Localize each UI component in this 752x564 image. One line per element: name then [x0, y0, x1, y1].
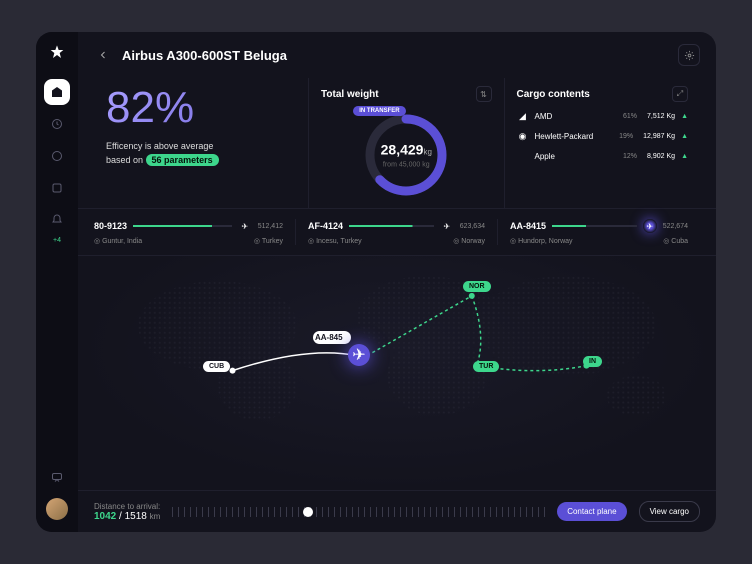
- contact-plane-button[interactable]: Contact plane: [557, 502, 626, 521]
- settings-button[interactable]: [678, 44, 700, 66]
- parameters-pill: 56 parameters: [146, 154, 219, 166]
- flight-progress: [349, 225, 434, 227]
- transfer-status-pill: IN TRANSFER: [353, 106, 405, 116]
- cargo-title: Cargo contents: [517, 89, 590, 100]
- trend-up-icon: ▲: [681, 133, 688, 140]
- slider-knob[interactable]: [303, 507, 313, 517]
- flight-progress: [552, 225, 637, 227]
- map[interactable]: CUB NOR TUR IN AA-845 ✈: [78, 256, 716, 490]
- nav-chat-icon[interactable]: [44, 464, 70, 490]
- flight-item[interactable]: AF-4124 ✈ 623,634 ◎ Incesu, Turkey ◎ Nor…: [296, 219, 498, 245]
- weight-panel: Total weight ⇅ 28,429kg from 45,000 kg: [309, 78, 504, 208]
- back-button[interactable]: [94, 46, 112, 64]
- map-flight-badge[interactable]: AA-845: [313, 331, 351, 344]
- map-pin-nor[interactable]: NOR: [463, 281, 491, 292]
- notification-count: +4: [53, 237, 61, 244]
- map-pin-cub[interactable]: CUB: [203, 361, 230, 372]
- avatar[interactable]: [46, 498, 68, 520]
- efficiency-percent: 82%: [106, 86, 296, 130]
- flight-item[interactable]: AA-8415 ✈ 522,674 ◎ Hundorp, Norway ◎ Cu…: [498, 219, 700, 245]
- trend-up-icon: ▲: [681, 153, 688, 160]
- weight-donut-chart: 28,429kg from 45,000 kg IN TRANSFER: [361, 110, 451, 200]
- plane-icon: ✈: [643, 219, 657, 233]
- world-map-dots: [78, 256, 716, 425]
- weight-value: 28,429: [381, 142, 424, 158]
- cargo-row[interactable]: ◢ AMD 61% 7,512 Kg ▲: [517, 110, 688, 122]
- map-pin-in[interactable]: IN: [583, 356, 602, 367]
- nav-box-icon[interactable]: [44, 175, 70, 201]
- cargo-panel: Cargo contents ⤢ ◢ AMD 61% 7,512 Kg ▲ ◉ …: [505, 78, 700, 208]
- plane-icon: ✈: [238, 219, 252, 233]
- nav-bell-icon[interactable]: [44, 207, 70, 233]
- plane-icon: ✈: [440, 219, 454, 233]
- nav-clock-icon[interactable]: [44, 143, 70, 169]
- flight-item[interactable]: 80-9123 ✈ 512,412 ◎ Guntur, India ◎ Turk…: [94, 219, 296, 245]
- efficiency-panel: 82% Efficency is above average based on …: [94, 78, 309, 208]
- apple-icon: [517, 150, 529, 162]
- weight-options-icon[interactable]: ⇅: [476, 86, 492, 102]
- nav-compass-icon[interactable]: [44, 111, 70, 137]
- efficiency-text: Efficency is above average based on 56 p…: [106, 140, 296, 167]
- distance-info: Distance to arrival: 1042 / 1518 km: [94, 502, 160, 522]
- trend-up-icon: ▲: [681, 113, 688, 120]
- map-pin-tur[interactable]: TUR: [473, 361, 499, 372]
- weight-title: Total weight: [321, 89, 379, 100]
- hp-icon: ◉: [517, 130, 529, 142]
- logo-star-icon: [49, 44, 65, 65]
- cargo-row[interactable]: Apple 12% 8,902 Kg ▲: [517, 150, 688, 162]
- nav-home-icon[interactable]: [44, 79, 70, 105]
- view-cargo-button[interactable]: View cargo: [639, 501, 700, 522]
- distance-slider[interactable]: [172, 504, 545, 520]
- cargo-expand-icon[interactable]: ⤢: [672, 86, 688, 102]
- weight-subtitle: from 45,000 kg: [381, 162, 432, 169]
- map-plane-icon[interactable]: ✈: [348, 344, 370, 366]
- amd-icon: ◢: [517, 110, 529, 122]
- cargo-row[interactable]: ◉ Hewlett-Packard 19% 12,987 Kg ▲: [517, 130, 688, 142]
- flight-progress: [133, 225, 232, 227]
- page-title: Airbus A300-600ST Beluga: [122, 48, 287, 63]
